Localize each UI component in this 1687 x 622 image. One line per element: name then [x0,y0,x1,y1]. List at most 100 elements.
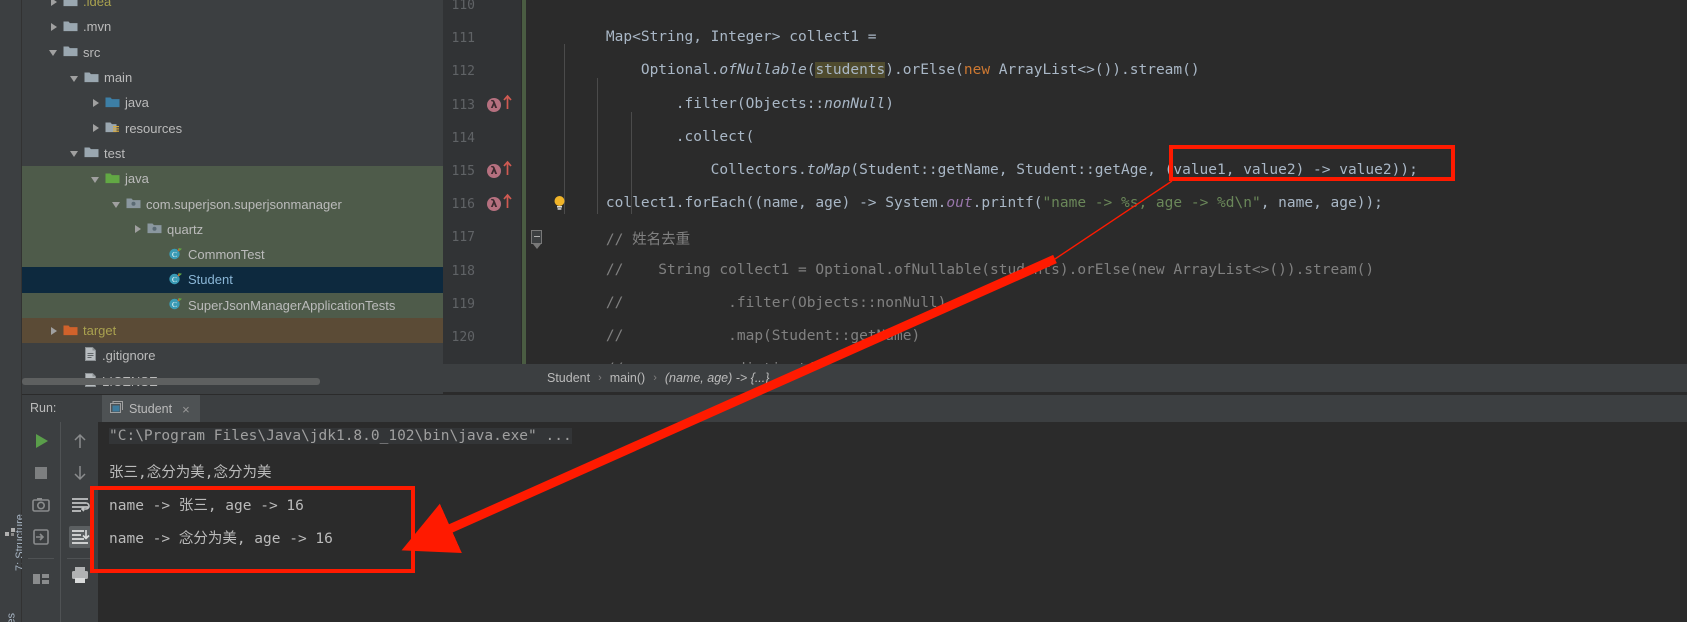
svg-text:C: C [172,250,177,259]
run-toolbar-left[interactable] [22,422,60,622]
line-number: 110 [451,0,475,13]
run-console-output[interactable]: "C:\Program Files\Java\jdk1.8.0_102\bin\… [98,422,1687,622]
chevron-down-icon[interactable] [70,148,80,158]
project-tree-hscrollbar[interactable] [22,378,320,385]
chevron-down-icon[interactable] [91,174,101,184]
lambda-marker-icon[interactable]: λ [487,97,501,112]
tree-item--gitignore[interactable]: .gitignore [22,343,443,368]
scroll-to-end-icon[interactable] [69,526,91,548]
tree-item--idea[interactable]: .idea [22,0,443,14]
tree-item-resources[interactable]: resources [22,115,443,140]
code-line[interactable]: Optional.ofNullable(students).orElse(new… [571,62,1200,79]
lambda-marker-icon[interactable]: λ [487,164,501,178]
breadcrumb[interactable]: Student › main() › (name, age) -> {...} [443,364,1687,392]
down-arrow-icon[interactable] [69,462,91,484]
code-token: (Student::getName, Student::getAge, (val… [850,162,1418,178]
code-line[interactable]: collect1.forEach((name, age) -> System.o… [571,195,1383,211]
rerun-icon[interactable] [30,430,52,452]
layout-icon[interactable] [30,568,52,590]
chevron-down-icon[interactable] [49,47,59,57]
tree-item-com-superjson-superjsonmanager[interactable]: com.superjson.superjsonmanager [22,191,443,217]
chevron-right-icon[interactable] [49,326,59,336]
up-arrow-icon[interactable] [69,430,91,452]
code-line[interactable]: // String collect1 = Optional.ofNullable… [571,262,1374,278]
breadcrumb-item-class[interactable]: Student [547,371,590,385]
code-line[interactable]: .filter(Objects::nonNull) [571,96,894,112]
override-up-arrow-icon[interactable] [503,193,512,209]
java-class-test-icon: C [168,272,183,288]
chevron-down-icon[interactable] [112,199,122,209]
tree-item-student[interactable]: C Student [22,267,443,293]
run-tab-student[interactable]: Student × [102,395,200,423]
code-fold-marker[interactable] [531,230,542,250]
camera-icon[interactable] [30,494,52,516]
console-line: 张三,念分为美,念分为美 [109,465,272,481]
run-config-icon [110,401,123,417]
soft-wrap-icon[interactable] [69,494,91,516]
code-line[interactable]: .collect( [571,129,755,145]
tree-item-label: java [125,95,149,111]
tree-item-java[interactable]: java [22,90,443,115]
chevron-right-icon[interactable] [49,0,59,7]
code-line[interactable]: // 姓名去重 [571,228,690,249]
line-number: 119 [451,296,475,312]
code-token: // String collect1 = Optional.ofNullable… [571,261,1375,278]
tree-item-target[interactable]: target [22,317,443,344]
run-tab-label: Student [129,402,173,416]
line-number: 117 [451,230,475,246]
tree-item-label: .gitignore [102,348,156,364]
folder-gray [63,19,78,35]
line-number: 111 [451,31,475,47]
export-icon[interactable] [30,526,52,548]
lambda-marker-icon[interactable]: λ [487,197,501,212]
code-token: ) [885,95,895,112]
breadcrumb-item-lambda[interactable]: (name, age) -> {...} [665,371,770,385]
chevron-down-icon[interactable] [70,73,80,83]
line-number: 120 [451,330,475,345]
favorites-tool-button[interactable]: es [5,565,17,622]
code-token: // 姓名去重 [571,232,691,249]
code-editor[interactable]: 110111112113λ114115λ116λ117118119120121 … [443,0,1687,364]
code-line[interactable]: // .map(Student::getName) [571,328,920,344]
code-line[interactable]: // .filter(Objects::nonNull) [571,295,946,311]
structure-icon[interactable] [5,525,17,537]
close-icon[interactable]: × [182,402,190,417]
override-up-arrow-icon[interactable] [503,160,512,176]
tree-item-commontest[interactable]: C CommonTest [22,241,443,268]
run-toolbar-right[interactable] [60,422,98,622]
project-tree[interactable]: .idea .mvn src main java resources test java com… [22,0,443,394]
folder-gray [63,44,78,60]
tree-item-src[interactable]: src [22,40,443,65]
console-line: "C:\Program Files\Java\jdk1.8.0_102\bin\… [109,428,572,444]
tree-item-superjsonmanagerapplicationtests[interactable]: C SuperJsonManagerApplicationTests [22,292,443,318]
indent-guide [564,44,565,214]
code-line[interactable]: Collectors.toMap(Student::getName, Stude… [571,162,1418,178]
code-token: Collectors. [571,162,807,178]
code-token: new [963,62,991,79]
editor-gutter[interactable]: 110111112113λ114115λ116λ117118119120121 [443,0,521,364]
tree-item-test[interactable]: test [22,141,443,166]
tree-item-main[interactable]: main [22,65,443,90]
folder-gray [63,0,78,10]
tree-item-quartz[interactable]: quartz [22,216,443,242]
code-line[interactable]: Map<String, Integer> collect1 = [571,29,877,45]
tree-item--mvn[interactable]: .mvn [22,14,443,39]
override-up-arrow-icon[interactable] [503,94,512,110]
tree-item-label: main [104,70,133,86]
folder-gray [84,145,99,161]
chevron-right-icon[interactable] [133,224,143,234]
chevron-right-icon[interactable] [91,98,101,108]
java-class-test-icon: C [168,297,183,313]
tree-item-label: quartz [167,221,204,237]
breadcrumb-item-method[interactable]: main() [610,371,645,385]
java-class-test-icon: C [168,247,183,263]
chevron-right-icon[interactable] [91,123,101,133]
chevron-right-icon[interactable] [49,22,59,32]
print-icon[interactable] [69,564,91,586]
line-number: 114 [451,130,475,146]
stop-icon[interactable] [30,462,52,484]
tree-item-java[interactable]: java [22,166,443,192]
intention-bulb-icon[interactable] [553,195,566,211]
file-icon [84,347,97,364]
